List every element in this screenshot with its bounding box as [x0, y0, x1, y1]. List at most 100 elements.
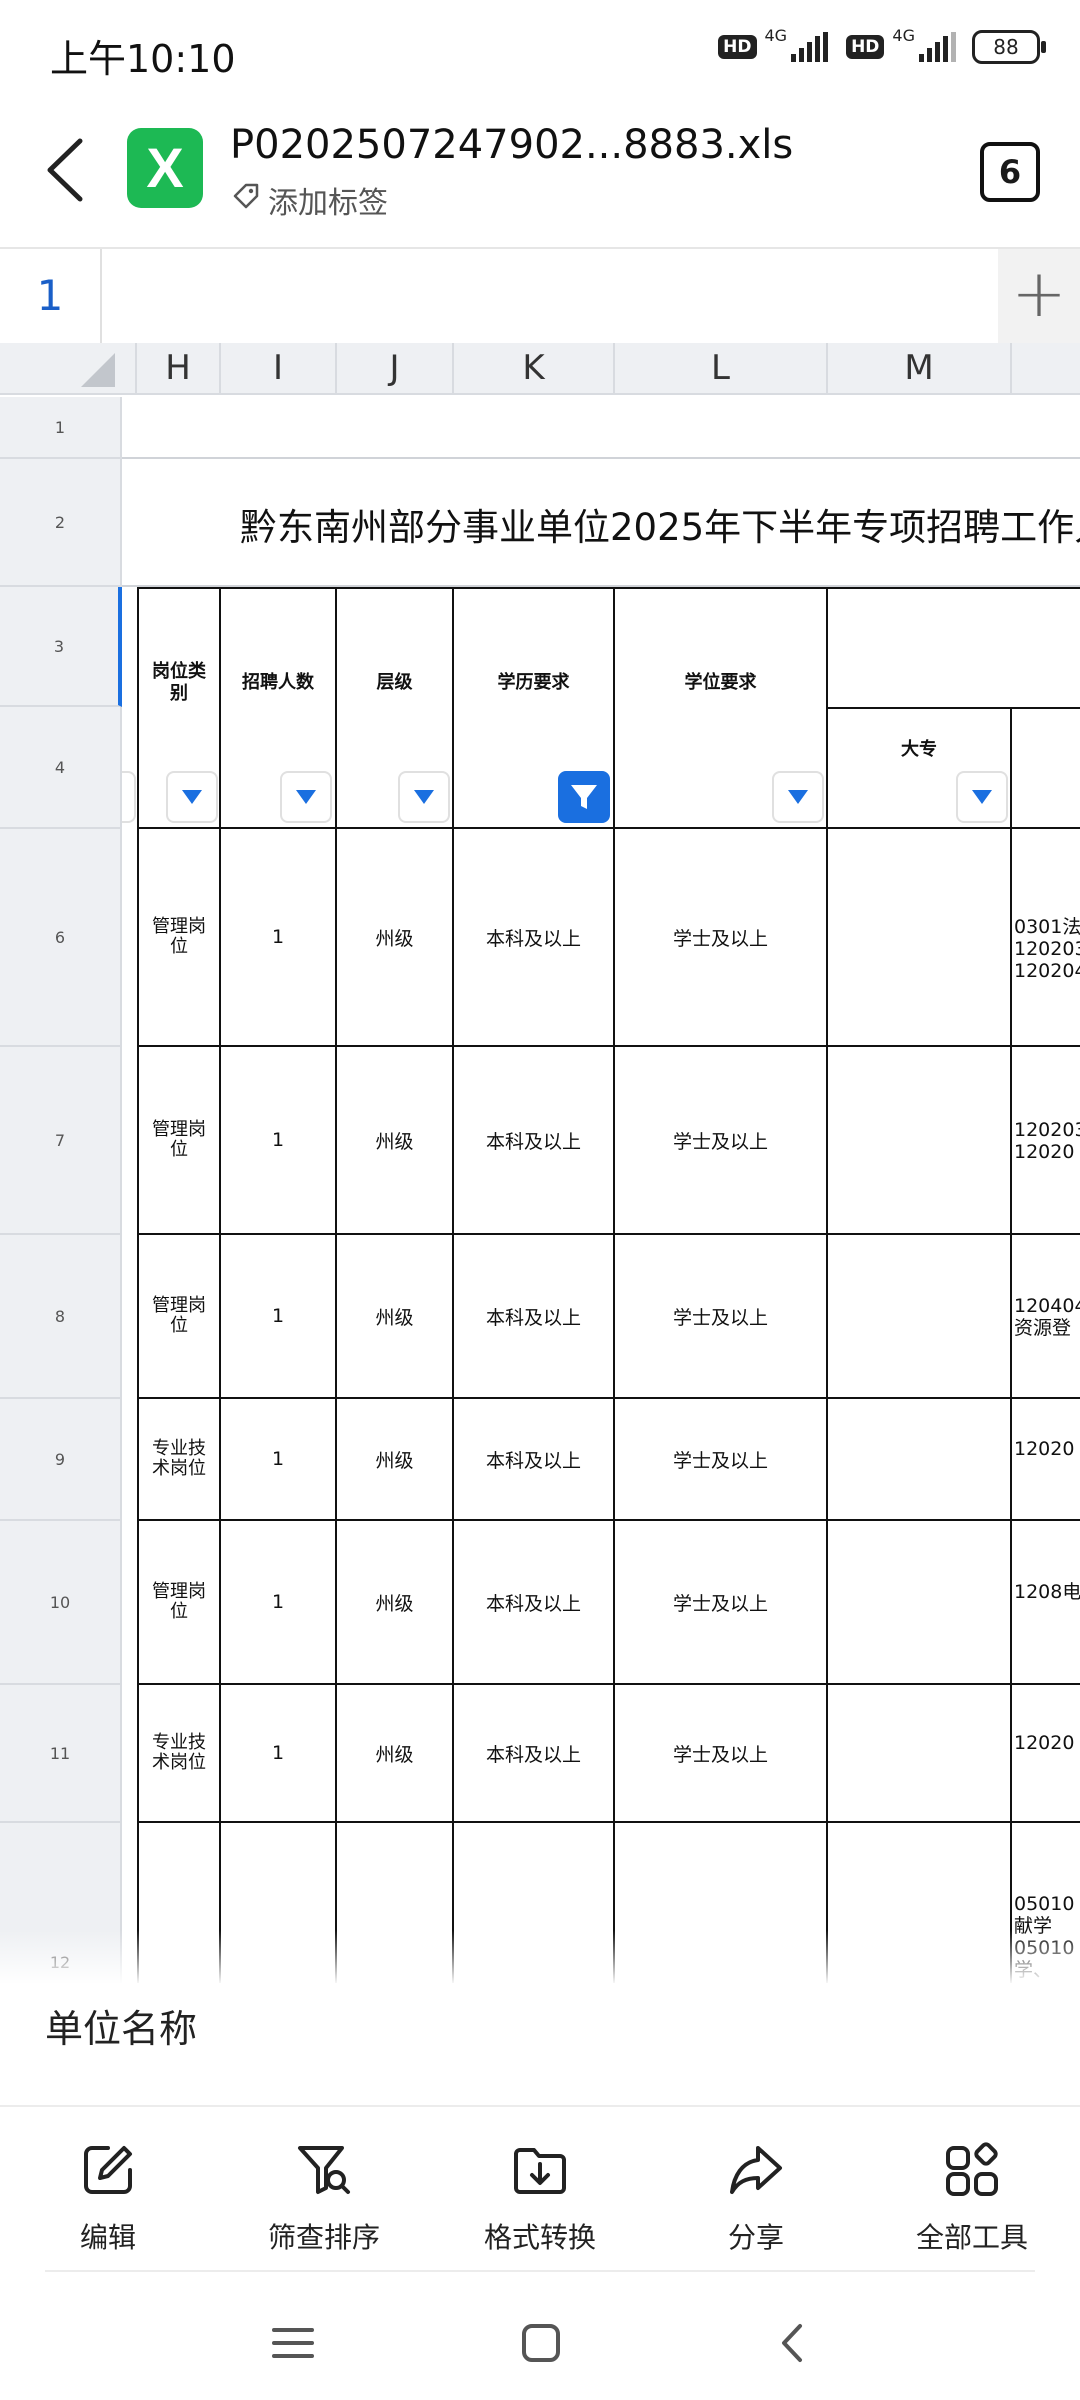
- table-cell[interactable]: 州级: [337, 1399, 454, 1521]
- table-cell[interactable]: 管理岗位: [139, 1235, 221, 1399]
- back-arrow-icon[interactable]: [38, 135, 98, 205]
- all-tools-button[interactable]: 全部工具: [882, 2140, 1062, 2256]
- cell-reference[interactable]: 1: [0, 249, 102, 343]
- table-cell-truncated[interactable]: 12020: [1014, 1732, 1074, 1754]
- row-header[interactable]: 3: [0, 587, 122, 707]
- page-count-button[interactable]: 6: [980, 142, 1040, 202]
- table-cell[interactable]: 本科及以上: [454, 829, 615, 1047]
- file-name: P0202507247902...8883.xls: [230, 122, 794, 168]
- table-cell[interactable]: 专业技术岗位: [139, 1685, 221, 1823]
- select-all-corner[interactable]: [0, 343, 137, 395]
- sheet-title: 黔东南州部分事业单位2025年下半年专项招聘工作人员: [240, 506, 1080, 549]
- toolbar-divider: [45, 2270, 1035, 2272]
- table-cell[interactable]: [828, 1521, 1012, 1685]
- toolbar-label: 格式转换: [483, 2221, 596, 2254]
- back-nav-icon[interactable]: [770, 2320, 816, 2370]
- table-cell[interactable]: 州级: [337, 1235, 454, 1399]
- table-cell[interactable]: [828, 1047, 1012, 1235]
- filter-search-icon: [298, 2146, 350, 2194]
- table-cell[interactable]: 1: [221, 829, 337, 1047]
- battery-icon: 88: [972, 30, 1046, 64]
- column-header-L[interactable]: L: [615, 343, 828, 395]
- table-cell-truncated[interactable]: 1208电: [1014, 1581, 1080, 1603]
- row-header[interactable]: 4: [0, 707, 122, 829]
- menu-nav-icon[interactable]: [270, 2320, 316, 2370]
- table-cell-truncated[interactable]: 120404 资源登: [1014, 1295, 1080, 1339]
- column-header-J[interactable]: J: [337, 343, 454, 395]
- edit-button[interactable]: 编辑: [18, 2140, 198, 2256]
- row-header[interactable]: 1: [0, 397, 122, 459]
- network-label: 4G: [764, 25, 788, 45]
- table-cell[interactable]: 本科及以上: [454, 1399, 615, 1521]
- add-sheet-button[interactable]: +: [998, 249, 1080, 343]
- table-cell[interactable]: 管理岗位: [139, 829, 221, 1047]
- row-header[interactable]: 8: [0, 1235, 122, 1399]
- cell-text: 本科及以上: [485, 1592, 581, 1615]
- signal-icon: [791, 32, 829, 62]
- table-cell[interactable]: 1: [221, 1399, 337, 1521]
- filter-dropdown-H[interactable]: [166, 771, 218, 823]
- all-tools-icon: [946, 2142, 998, 2196]
- table-cell[interactable]: 州级: [337, 1685, 454, 1823]
- spreadsheet[interactable]: H I J K L M 1 2 3 4 6 7 8 9 10 11 12 岗位类…: [0, 343, 1080, 1983]
- table-cell[interactable]: 本科及以上: [454, 1047, 615, 1235]
- format-convert-button[interactable]: 格式转换: [450, 2140, 630, 2256]
- column-header-H[interactable]: H: [137, 343, 221, 395]
- filter-dropdown-I[interactable]: [280, 771, 332, 823]
- table-cell[interactable]: [828, 1235, 1012, 1399]
- table-cell[interactable]: 学士及以上: [615, 1685, 828, 1823]
- add-tag-button[interactable]: 添加标签: [232, 178, 388, 222]
- table-cell[interactable]: 州级: [337, 1521, 454, 1685]
- table-cell[interactable]: 州级: [337, 829, 454, 1047]
- filter-sort-button[interactable]: 筛查排序: [234, 2140, 414, 2256]
- row-divider: [1012, 1045, 1080, 1047]
- table-cell[interactable]: 州级: [337, 1047, 454, 1235]
- column-header-N[interactable]: [1012, 343, 1080, 395]
- table-cell[interactable]: 本科及以上: [454, 1235, 615, 1399]
- cell-text: 学士及以上: [672, 1449, 768, 1472]
- cell-text: 州级: [375, 1743, 414, 1766]
- filter-dropdown-L[interactable]: [772, 771, 824, 823]
- share-button[interactable]: 分享: [666, 2140, 846, 2256]
- table-cell[interactable]: 1: [221, 1685, 337, 1823]
- table-cell[interactable]: 1: [221, 1521, 337, 1685]
- table-cell[interactable]: 1: [221, 1235, 337, 1399]
- column-header-I[interactable]: I: [221, 343, 337, 395]
- table-cell[interactable]: 学士及以上: [615, 1047, 828, 1235]
- row-header[interactable]: 10: [0, 1521, 122, 1685]
- table-cell[interactable]: 管理岗位: [139, 1047, 221, 1235]
- table-cell[interactable]: [828, 1685, 1012, 1823]
- header-text: 学位要求: [684, 672, 757, 693]
- row-header[interactable]: 11: [0, 1685, 122, 1823]
- filter-dropdown-G[interactable]: [122, 771, 136, 823]
- filter-dropdown-J[interactable]: [398, 771, 450, 823]
- cell-text: 州级: [375, 1449, 414, 1472]
- table-cell-truncated[interactable]: 12020: [1014, 1438, 1074, 1460]
- filter-active-K[interactable]: [558, 771, 610, 823]
- table-cell[interactable]: [828, 829, 1012, 1047]
- home-nav-icon[interactable]: [518, 2320, 564, 2370]
- table-cell[interactable]: 本科及以上: [454, 1521, 615, 1685]
- table-cell[interactable]: 管理岗位: [139, 1521, 221, 1685]
- row-header[interactable]: 7: [0, 1047, 122, 1235]
- hd-badge: HD: [718, 35, 757, 59]
- cell-text: 1: [271, 1591, 285, 1613]
- table-cell[interactable]: 学士及以上: [615, 829, 828, 1047]
- column-header-K[interactable]: K: [454, 343, 615, 395]
- table-cell[interactable]: 学士及以上: [615, 1399, 828, 1521]
- table-cell[interactable]: 本科及以上: [454, 1685, 615, 1823]
- table-cell[interactable]: 专业技术岗位: [139, 1399, 221, 1521]
- network-label: 4G: [892, 25, 915, 45]
- table-cell[interactable]: 学士及以上: [615, 1521, 828, 1685]
- cell-text: 1: [271, 1129, 285, 1151]
- table-cell[interactable]: 1: [221, 1047, 337, 1235]
- row-header[interactable]: 6: [0, 829, 122, 1047]
- filter-dropdown-M[interactable]: [956, 771, 1008, 823]
- table-cell-truncated[interactable]: 120203 12020: [1014, 1119, 1080, 1163]
- table-cell-truncated[interactable]: 0301法 120203 120204: [1014, 916, 1080, 982]
- row-header[interactable]: 2: [0, 459, 122, 587]
- table-cell[interactable]: [828, 1399, 1012, 1521]
- table-cell[interactable]: 学士及以上: [615, 1235, 828, 1399]
- row-header[interactable]: 9: [0, 1399, 122, 1521]
- column-header-M[interactable]: M: [828, 343, 1012, 395]
